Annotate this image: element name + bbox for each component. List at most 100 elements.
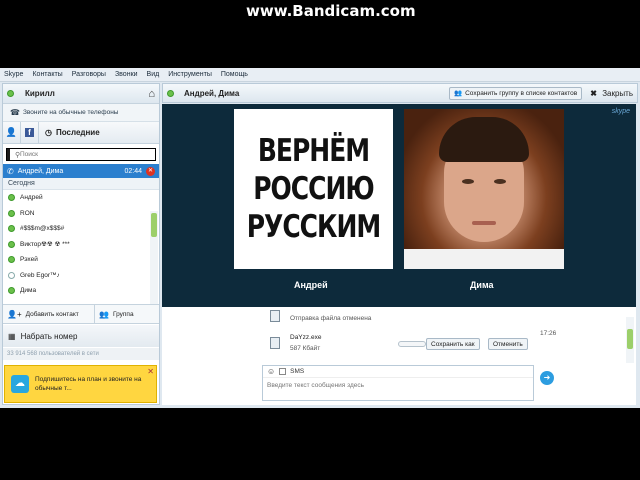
section-today: Сегодня	[3, 178, 159, 190]
end-call-icon[interactable]: ✕	[146, 166, 155, 176]
send-icon[interactable]: ➜	[540, 371, 554, 385]
eye-right	[494, 179, 506, 184]
menu-help[interactable]: Помощь	[221, 71, 248, 78]
contact-item[interactable]: Дима	[3, 283, 159, 299]
contact-name: Greb Egor™♪	[20, 271, 60, 279]
menu-view[interactable]: Вид	[147, 71, 160, 78]
contact-list-scrollbar[interactable]	[150, 211, 158, 311]
message-input-box: ☺ SMS	[262, 365, 534, 401]
save-group-button[interactable]: 👥 Сохранить группу в списке контактов	[449, 86, 583, 100]
close-conversation-button[interactable]: ✖ Закрыть	[590, 89, 633, 98]
menu-tools[interactable]: Инструменты	[168, 71, 212, 78]
chat-area: Отправка файла отменена DaYzz.exe 587 Кб…	[162, 307, 636, 405]
conversation-header: Андрей, Дима 👥 Сохранить группу в списке…	[162, 83, 638, 103]
contact-name: Андрей	[20, 194, 43, 202]
status-online-icon	[167, 89, 174, 97]
active-call-row[interactable]: ✆ Андрей, Дима 02:44 ✕	[3, 164, 159, 178]
call-phones-label: Звоните на обычные телефоны	[22, 109, 119, 116]
video-call-area: skype ВЕРНЁМ РОССИЮ РУССКИМ Андрей Дима	[162, 104, 636, 307]
chat-scrollbar[interactable]	[626, 317, 634, 363]
contact-item[interactable]: #$$$m@x$$$#	[3, 221, 159, 237]
skype-logo: skype	[611, 108, 630, 115]
phone-call-icon: ✆	[7, 166, 14, 176]
menu-bar: Skype Контакты Разговоры Звонки Вид Инст…	[0, 68, 640, 82]
contact-name: RON	[20, 209, 35, 217]
tab-facebook-icon[interactable]: f	[21, 121, 39, 144]
participant-video-andrey: ВЕРНЁМ РОССИЮ РУССКИМ	[234, 109, 393, 269]
status-online-icon	[8, 256, 15, 264]
contact-item[interactable]: Рэхей	[3, 252, 159, 268]
slogan-line: РУССКИМ	[246, 208, 382, 245]
eye-left	[462, 179, 474, 184]
add-contact-label: Добавить контакт	[25, 310, 79, 318]
status-online-icon	[8, 194, 15, 202]
participant-video-dima	[404, 109, 564, 269]
contact-item[interactable]: Greb Egor™♪	[3, 268, 159, 284]
search-box: ⚲	[6, 148, 156, 161]
tab-contacts-icon[interactable]: 👤	[3, 121, 21, 144]
contacts-panel: Кирилл ⌂ ☎ Звоните на обычные телефоны 👤…	[2, 83, 160, 405]
smiley-icon[interactable]: ☺	[267, 367, 275, 376]
search-icon: ⚲	[15, 151, 21, 159]
tab-recent-label: Последние	[55, 128, 100, 137]
conversation-title: Андрей, Дима	[184, 88, 240, 98]
save-group-label: Сохранить группу в списке контактов	[465, 89, 578, 97]
tab-recent[interactable]: ◷ Последние	[39, 122, 106, 144]
clock-icon: ◷	[45, 128, 52, 137]
status-online-icon	[8, 287, 15, 295]
bandicam-watermark: www.Bandicam.com	[246, 2, 416, 20]
promo-banner[interactable]: ☁ Подпишитесь на план и звоните на обычн…	[4, 365, 157, 403]
contact-item[interactable]: Андрей	[3, 190, 159, 206]
sms-label: SMS	[290, 368, 305, 375]
contact-name: Дима	[20, 287, 37, 295]
contact-name: Виктор☢☢ ☢ ***	[20, 241, 70, 249]
contact-tabs: 👤 f ◷ Последние	[3, 121, 159, 144]
add-contact-button[interactable]: 👤+ Добавить контакт	[3, 305, 95, 323]
search-input[interactable]	[10, 149, 155, 160]
cancel-button[interactable]: Отменить	[488, 338, 528, 350]
contact-name: #$$$m@x$$$#	[20, 225, 65, 233]
active-call-name: Андрей, Дима	[17, 167, 64, 175]
skype-phone-icon: ☁	[11, 375, 29, 393]
hair-shape	[439, 117, 529, 162]
call-phones-link[interactable]: ☎ Звоните на обычные телефоны	[3, 104, 159, 122]
file-name[interactable]: DaYzz.exe	[290, 334, 321, 341]
user-bar[interactable]: Кирилл ⌂	[3, 84, 159, 104]
phone-icon: ☎	[10, 108, 20, 117]
user-name[interactable]: Кирилл	[25, 89, 55, 98]
menu-calls[interactable]: Звонки	[115, 71, 138, 78]
menu-conversations[interactable]: Разговоры	[72, 71, 106, 78]
dial-number-button[interactable]: ▦ Набрать номер	[3, 325, 159, 347]
online-count: 33 914 568 пользователей в сети	[3, 348, 159, 360]
contact-item[interactable]: RON	[3, 206, 159, 222]
close-icon: ✖	[590, 88, 597, 98]
contact-item[interactable]: Виктор☢☢ ☢ ***	[3, 237, 159, 253]
participant-label-dima: Дима	[470, 280, 494, 290]
participant-label-andrey: Андрей	[294, 280, 328, 290]
contact-actions: 👤+ Добавить контакт 👥 Группа	[3, 304, 159, 324]
group-label: Группа	[112, 310, 134, 318]
message-input[interactable]	[267, 378, 527, 392]
group-icon: 👥	[99, 309, 109, 319]
active-call-time: 02:44	[124, 167, 142, 175]
close-icon[interactable]: ✕	[147, 367, 154, 376]
file-icon	[270, 337, 280, 349]
menu-contacts[interactable]: Контакты	[32, 71, 62, 78]
save-group-icon: 👥	[454, 90, 463, 97]
promo-text: Подпишитесь на план и звоните на обычные…	[35, 376, 142, 392]
scrollbar-thumb[interactable]	[151, 213, 157, 237]
shirt	[404, 249, 564, 269]
save-as-button[interactable]: Сохранить как	[426, 338, 480, 350]
dial-number-label: Набрать номер	[20, 331, 78, 341]
close-label: Закрыть	[602, 88, 633, 98]
menu-skype[interactable]: Skype	[4, 71, 23, 78]
status-online-icon[interactable]	[7, 90, 14, 97]
scrollbar-thumb[interactable]	[627, 329, 633, 349]
add-contact-icon: 👤+	[7, 309, 22, 319]
contact-name: Рэхей	[20, 256, 38, 264]
mouth	[472, 221, 496, 225]
sms-checkbox[interactable]	[279, 368, 287, 375]
home-icon[interactable]: ⌂	[148, 88, 155, 100]
message-time: 17:26	[540, 330, 557, 337]
group-button[interactable]: 👥 Группа	[95, 305, 138, 323]
